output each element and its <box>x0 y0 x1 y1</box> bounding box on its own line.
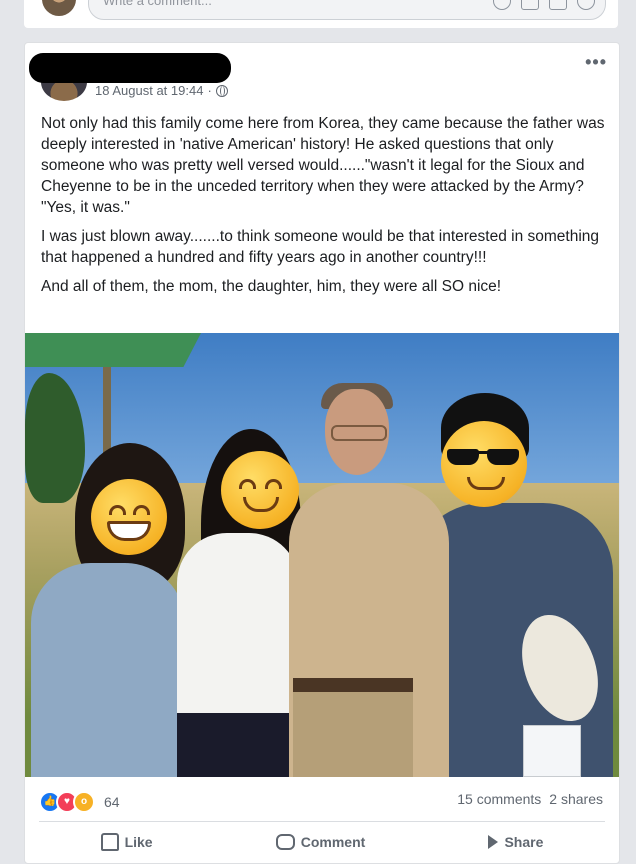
redacted-author-name <box>29 53 231 83</box>
smiling-emoji-icon <box>221 451 299 529</box>
reaction-summary[interactable]: 👍 ♥ o 64 <box>39 791 120 813</box>
sticker-icon[interactable] <box>577 0 595 10</box>
sunglasses-emoji-icon <box>441 421 527 507</box>
comment-button[interactable]: Comment <box>275 833 365 851</box>
emoji-icon[interactable] <box>493 0 511 10</box>
post-paragraph: I was just blown away.......to think som… <box>41 228 600 266</box>
comment-placeholder: Write a comment... <box>103 0 212 8</box>
share-button[interactable]: Share <box>488 833 543 851</box>
meta-separator: · <box>207 83 212 98</box>
grinning-emoji-icon <box>91 479 167 555</box>
more-options-icon[interactable]: ••• <box>585 53 607 71</box>
camera-icon[interactable] <box>521 0 539 10</box>
share-icon <box>488 835 499 849</box>
thumbs-up-icon <box>100 833 119 851</box>
post-card: 18 August at 19:44 · ••• Not only had th… <box>24 42 620 864</box>
divider <box>39 821 605 822</box>
post-timestamp[interactable]: 18 August at 19:44 <box>95 83 203 98</box>
like-button[interactable]: Like <box>100 833 153 851</box>
post-meta: 18 August at 19:44 · <box>95 83 228 98</box>
comment-input[interactable]: Write a comment... <box>88 0 606 20</box>
globe-icon <box>215 84 228 97</box>
reaction-count: 64 <box>104 794 120 810</box>
wow-react-icon: o <box>73 791 95 813</box>
commenter-avatar <box>42 0 76 16</box>
post-stats: 15 comments 2 shares <box>457 791 603 807</box>
post-paragraph: Not only had this family come here from … <box>41 115 605 216</box>
post-photo[interactable] <box>25 333 619 777</box>
gif-icon[interactable] <box>549 0 567 10</box>
paper-in-hand <box>523 725 581 777</box>
action-bar: Like Comment Share <box>39 833 605 851</box>
photo-shelter-roof <box>25 333 201 367</box>
post-paragraph: And all of them, the mom, the daughter, … <box>41 278 502 295</box>
comments-count[interactable]: 15 comments <box>457 791 541 807</box>
previous-post-comment-bar: Write a comment... <box>24 0 618 28</box>
post-text: Not only had this family come here from … <box>41 113 607 305</box>
shares-count[interactable]: 2 shares <box>549 791 603 807</box>
